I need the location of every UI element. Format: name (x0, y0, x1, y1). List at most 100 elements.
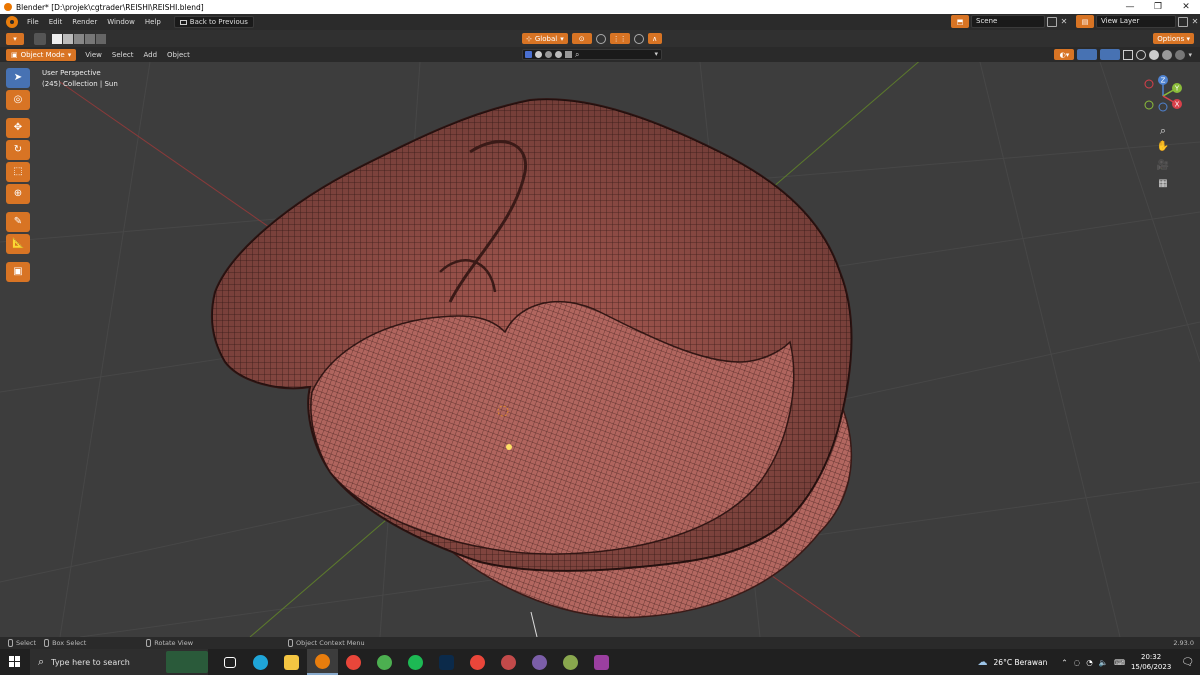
clock-time: 20:32 (1141, 653, 1162, 661)
taskbar-app-file-explorer[interactable] (276, 649, 307, 675)
status-rotate-view-label: Rotate View (154, 639, 194, 647)
3d-viewport[interactable] (0, 62, 1200, 637)
view-layer-field[interactable]: View Layer (1096, 15, 1176, 28)
transform-orientation-dropdown[interactable]: ⊹ Global ▾ (522, 33, 568, 44)
taskbar-app-chrome-profile[interactable] (369, 649, 400, 675)
menu-window[interactable]: Window (102, 18, 140, 26)
rotate-tool-button[interactable]: ↻ (6, 140, 30, 160)
viewport-menu-view[interactable]: View (80, 51, 107, 59)
window-title: Blender* [D:\projek\cgtrader\REISHI\REIS… (16, 2, 204, 12)
app-icon-3 (563, 654, 578, 670)
taskbar-app-photoshop[interactable] (431, 649, 462, 675)
weather-text[interactable]: 26°C Berawan (994, 658, 1048, 667)
volume-icon[interactable]: 🔈 (1099, 658, 1108, 667)
tool-shelf: ➤ ◎ ✥ ↻ ⬚ ⊕ ✎ 📐 ▣ (6, 68, 30, 282)
wifi-icon[interactable]: ◔ (1086, 658, 1093, 667)
view-layer-selector[interactable]: ▤ View Layer ✕ (1076, 15, 1200, 28)
taskbar-app-chrome[interactable] (338, 649, 369, 675)
xray-toggle[interactable] (1123, 49, 1134, 60)
status-context-menu: Object Context Menu (288, 639, 365, 647)
taskbar-app-app-1[interactable] (493, 649, 524, 675)
menu-help[interactable]: Help (140, 18, 166, 26)
remove-scene-icon[interactable]: ✕ (1059, 17, 1069, 26)
scene-name-field[interactable]: Scene (971, 15, 1045, 28)
scale-tool-button[interactable]: ⬚ (6, 162, 30, 182)
proportional-edit-toggle[interactable] (633, 33, 644, 44)
new-view-layer-icon[interactable] (1178, 16, 1188, 27)
shading-material-icon[interactable] (1162, 49, 1173, 60)
winrar-icon (594, 654, 609, 670)
annotate-tool-button[interactable]: ✎ (6, 212, 30, 232)
status-rotate-view: Rotate View (146, 639, 193, 647)
transform-icon: ⊕ (13, 188, 23, 199)
close-button[interactable]: ✕ (1172, 0, 1200, 14)
viewport-menu-object[interactable]: Object (162, 51, 195, 59)
viewport-scene[interactable] (0, 62, 1200, 637)
visibility-dropdown[interactable]: ◐▾ (1054, 49, 1075, 60)
scene-selector[interactable]: ⬒ Scene ✕ (951, 15, 1069, 28)
minimize-button[interactable]: — (1116, 0, 1144, 14)
network-icon[interactable]: ◌ (1074, 658, 1081, 667)
editor-type-button[interactable]: ▾ (6, 32, 24, 45)
taskbar-app-edge[interactable] (245, 649, 276, 675)
camera-view-icon[interactable]: 🎥 (1156, 160, 1170, 174)
clock[interactable]: 20:32 15/06/2023 (1131, 652, 1171, 672)
shading-options-icon[interactable]: ▾ (1188, 51, 1192, 59)
taskbar-app-app-2[interactable] (524, 649, 555, 675)
language-icon[interactable]: ⌨ (1114, 658, 1125, 667)
select-tool-button[interactable]: ➤ (6, 68, 30, 88)
viewport-menu-select[interactable]: Select (107, 51, 139, 59)
status-box-select: Box Select (44, 639, 86, 647)
taskbar-app-task-view[interactable] (214, 649, 245, 675)
shading-solid-icon[interactable] (1149, 49, 1160, 60)
move-tool-button[interactable]: ✥ (6, 118, 30, 138)
add-cube-tool-button[interactable]: ▣ (6, 262, 30, 282)
notifications-icon[interactable]: 🗨 (1181, 657, 1194, 668)
shading-wireframe-icon[interactable] (1136, 49, 1147, 60)
zoom-icon[interactable]: ⌕ (1156, 124, 1170, 138)
selection-mode-buttons[interactable] (52, 33, 106, 44)
options-dropdown[interactable]: Options ▾ (1153, 33, 1194, 44)
back-to-previous-button[interactable]: Back to Previous (173, 16, 254, 28)
snap-toggle[interactable] (595, 33, 606, 44)
proportional-falloff-dropdown[interactable]: ∧ (647, 33, 662, 44)
measure-ruler-icon: 📐 (12, 238, 25, 249)
pivot-point-dropdown[interactable]: ⊙ (571, 33, 592, 44)
remove-view-layer-icon[interactable]: ✕ (1190, 17, 1200, 26)
taskbar-search[interactable]: ⌕ Type here to search (30, 649, 208, 675)
status-context-menu-label: Object Context Menu (296, 639, 365, 647)
cursor-tool-button[interactable]: ◎ (6, 90, 30, 110)
menu-edit[interactable]: Edit (44, 18, 68, 26)
taskbar-app-winrar[interactable] (586, 649, 617, 675)
top-menubar: File Edit Render Window Help Back to Pre… (0, 14, 1200, 30)
overlays-toggle[interactable] (1100, 49, 1121, 60)
chevron-down-icon[interactable]: ▾ (654, 50, 658, 58)
taskbar-app-chrome-alt[interactable] (462, 649, 493, 675)
gizmos-toggle[interactable] (1077, 49, 1098, 60)
menu-render[interactable]: Render (67, 18, 102, 26)
taskbar-app-blender[interactable] (307, 649, 338, 675)
snap-target-dropdown[interactable]: ⋮⋮ (609, 33, 630, 44)
pan-hand-icon[interactable]: ✋ (1156, 141, 1170, 155)
new-scene-icon[interactable] (1047, 16, 1057, 27)
view-layer-icon: ▤ (1076, 15, 1094, 28)
blender-logo-icon[interactable] (6, 16, 18, 28)
show-hidden-icons-icon[interactable]: ⌃ (1061, 658, 1067, 667)
measure-tool-button[interactable]: 📐 (6, 234, 30, 254)
search-icon[interactable]: ⌕ (575, 50, 579, 60)
ortho-grid-icon[interactable]: ▦ (1156, 178, 1170, 192)
start-button[interactable] (0, 649, 30, 675)
transform-tool-button[interactable]: ⊕ (6, 184, 30, 204)
shading-rendered-icon[interactable] (1175, 49, 1186, 60)
viewport-menu-add[interactable]: Add (138, 51, 162, 59)
taskbar-app-app-3[interactable] (555, 649, 586, 675)
active-tool-icon[interactable] (34, 32, 46, 45)
navigation-gizmo[interactable]: Z Y X ⌕ ✋ 🎥 ▦ (1140, 74, 1190, 194)
object-type-filter-bar[interactable]: ⌕ ▾ (522, 49, 662, 60)
maximize-button[interactable]: ❐ (1144, 0, 1172, 14)
menu-file[interactable]: File (22, 18, 44, 26)
taskbar-app-spotify[interactable] (400, 649, 431, 675)
status-select: Select (8, 639, 36, 647)
object-mode-dropdown[interactable]: ▣ Object Mode ▾ (6, 48, 77, 61)
tool-header: ▾ ⊹ Global ▾ ⊙ ⋮⋮ ∧ Options ▾ (0, 30, 1200, 47)
